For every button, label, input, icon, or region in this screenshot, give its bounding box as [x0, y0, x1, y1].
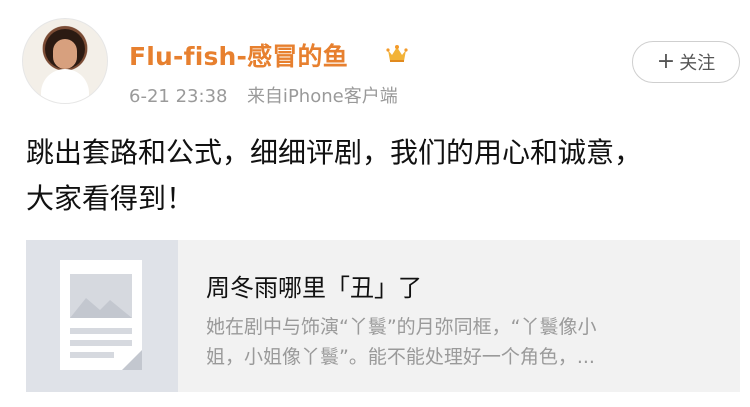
- follow-label: 关注: [679, 53, 716, 74]
- post-text: 跳出套路和公式，细细评剧，我们的用心和诚意， 大家看得到！: [26, 130, 726, 222]
- avatar-shirt: [41, 69, 89, 103]
- follow-button[interactable]: + 关注: [632, 41, 740, 83]
- avatar-face: [53, 39, 77, 69]
- post-text-line-2: 大家看得到！: [26, 182, 195, 215]
- post-meta: 6-21 23:38 来自iPhone客户端: [129, 82, 398, 108]
- article-thumbnail: [26, 240, 178, 392]
- post-date: 6-21: [129, 86, 170, 107]
- link-card-title: 周冬雨哪里「丑」了: [206, 274, 422, 302]
- plus-icon: +: [656, 49, 676, 74]
- crown-icon: [386, 45, 408, 62]
- link-card[interactable]: 周冬雨哪里「丑」了 她在剧中与饰演“丫鬟”的月弥同框，“丫鬟像小 姐，小姐像丫鬟…: [26, 240, 740, 392]
- post-text-line-1: 跳出套路和公式，细细评剧，我们的用心和诚意，: [26, 136, 643, 169]
- avatar[interactable]: [22, 18, 108, 104]
- link-card-desc-line-1: 她在剧中与饰演“丫鬟”的月弥同框，“丫鬟像小: [206, 316, 597, 338]
- link-card-description: 她在剧中与饰演“丫鬟”的月弥同框，“丫鬟像小 姐，小姐像丫鬟”。能不能处理好一个…: [206, 312, 726, 372]
- article-thumbnail-icon: [60, 260, 142, 370]
- user-name[interactable]: Flu-fish-感冒的鱼: [129, 37, 348, 73]
- weibo-post: Flu-fish-感冒的鱼 6-21 23:38 来自iPhone客户端 + 关…: [0, 0, 750, 407]
- link-card-desc-line-2: 姐，小姐像丫鬟”。能不能处理好一个角色，...: [206, 346, 595, 368]
- post-source[interactable]: 来自iPhone客户端: [247, 86, 398, 107]
- post-time: 23:38: [175, 86, 228, 107]
